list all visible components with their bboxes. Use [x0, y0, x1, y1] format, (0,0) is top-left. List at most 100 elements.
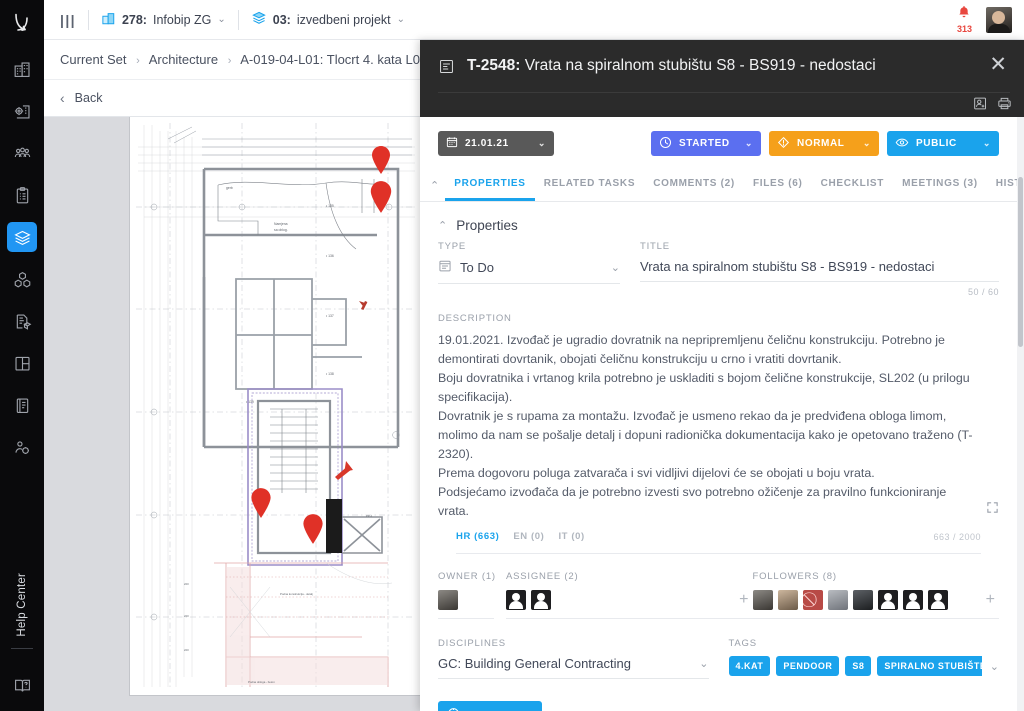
status-label: STARTED: [679, 138, 730, 149]
breadcrumb-item-0[interactable]: Current Set: [60, 52, 126, 67]
chevron-down-icon[interactable]: ⌄: [990, 660, 999, 673]
sidebar-item-user-settings[interactable]: [7, 432, 37, 462]
description-field[interactable]: DESCRIPTION 19.01.2021. Izvođač je ugrad…: [420, 297, 1017, 554]
language-tab-en[interactable]: EN (0): [513, 531, 544, 542]
avatar[interactable]: [927, 590, 948, 610]
type-field[interactable]: TYPE To Do ⌄: [438, 241, 620, 297]
chevron-down-icon[interactable]: ⌄: [983, 138, 991, 149]
title-input[interactable]: Vrata na spiralnom stubištu S8 - BS919 -…: [640, 259, 999, 282]
tab-related-tasks[interactable]: RELATED TASKS: [535, 170, 645, 201]
avatar[interactable]: [986, 6, 1012, 33]
avatar[interactable]: [877, 590, 898, 610]
svg-text:Podna konstrukcija - detalj: Podna konstrukcija - detalj: [280, 592, 313, 596]
due-date-chip[interactable]: 21.01.21 ⌄: [438, 131, 554, 156]
chevron-down-icon[interactable]: ⌄: [611, 261, 620, 274]
sidebar-item-tasks[interactable]: [7, 180, 37, 210]
sidebar-item-teams[interactable]: [7, 138, 37, 168]
tab-comments[interactable]: COMMENTS (2): [644, 170, 744, 201]
collapse-caret-icon[interactable]: ⌃: [430, 179, 445, 201]
status-chip[interactable]: STARTED ⌄: [651, 131, 761, 156]
avatar[interactable]: [777, 590, 798, 610]
add-watcher-icon[interactable]: [973, 96, 988, 116]
chevron-up-icon[interactable]: ⌃: [438, 219, 447, 232]
chevron-down-icon[interactable]: ⌄: [745, 138, 753, 149]
description-text[interactable]: 19.01.2021. Izvođač je ugradio dovratnik…: [438, 331, 999, 521]
type-select[interactable]: To Do ⌄: [438, 259, 620, 284]
expand-icon[interactable]: [986, 501, 999, 520]
owner-avatars[interactable]: [438, 590, 494, 619]
language-code: IT: [558, 531, 569, 542]
plan-marker-pin[interactable]: [368, 180, 392, 213]
chevron-down-icon[interactable]: ⌄: [397, 14, 405, 25]
close-icon[interactable]: ✕: [986, 51, 1010, 81]
plans-button[interactable]: PLANS ⌄: [438, 701, 542, 711]
tab-checklist[interactable]: CHECKLIST: [812, 170, 894, 201]
chevron-left-icon[interactable]: ‹: [60, 90, 65, 106]
avatar[interactable]: [438, 590, 458, 610]
plan-sheet[interactable]: • 135 • 136 • 137 • 138 • 139 gerb Namjena s…: [130, 117, 420, 695]
building-icon: [101, 11, 116, 29]
tab-properties[interactable]: PROPERTIES: [445, 170, 535, 201]
print-icon[interactable]: [997, 96, 1012, 116]
book-help-icon[interactable]: [0, 676, 44, 695]
status-badge[interactable]: PENDOOR: [776, 656, 840, 676]
tab-history[interactable]: HISTORY: [987, 170, 1017, 201]
phase-selector[interactable]: 03: izvedbeni projekt ⌄: [239, 10, 417, 29]
help-center-label[interactable]: Help Center: [0, 573, 44, 637]
priority-icon: [777, 136, 790, 152]
disciplines-select[interactable]: GC: Building General Contracting ⌄: [438, 656, 709, 679]
avatar[interactable]: [752, 590, 773, 610]
chevron-down-icon[interactable]: ⌄: [538, 138, 546, 149]
followers-avatars[interactable]: +: [752, 590, 999, 619]
title-field[interactable]: TITLE Vrata na spiralnom stubištu S8 - B…: [640, 241, 999, 297]
app-logo-icon[interactable]: [0, 0, 44, 44]
tab-meetings[interactable]: MEETINGS (3): [893, 170, 987, 201]
visibility-chip[interactable]: PUBLIC ⌄: [887, 131, 999, 156]
tags-field[interactable]: TAGS 4.KAT PENDOOR S8 SPIRALNO STUBIŠTE …: [728, 638, 999, 679]
sidebar-item-models[interactable]: [7, 264, 37, 294]
avatar[interactable]: [902, 590, 923, 610]
status-badge[interactable]: S8: [845, 656, 872, 676]
assignee-avatars[interactable]: +: [506, 590, 753, 619]
disciplines-field[interactable]: DISCIPLINES GC: Building General Contrac…: [438, 638, 709, 679]
sidebar-item-plans[interactable]: [7, 222, 37, 252]
breadcrumb-item-2[interactable]: A-019-04-L01: Tlocrt 4. kata L01: [240, 52, 427, 67]
avatar[interactable]: [506, 590, 526, 610]
plan-marker-pin[interactable]: [370, 145, 392, 175]
sidebar-item-reports[interactable]: [7, 390, 37, 420]
plan-marker-pin[interactable]: [301, 513, 323, 544]
status-badge[interactable]: 4.KAT: [728, 656, 771, 676]
notifications-button[interactable]: 313: [957, 5, 972, 34]
chevron-down-icon[interactable]: ⌄: [863, 138, 871, 149]
project-selector[interactable]: 278: Infobip ZG ⌄: [89, 11, 238, 29]
properties-section-header[interactable]: ⌃ Properties: [420, 202, 1017, 241]
drag-grip-icon[interactable]: |||: [44, 12, 88, 28]
chevron-down-icon[interactable]: ⌄: [699, 657, 708, 670]
language-tab-hr[interactable]: HR (663): [456, 531, 499, 542]
priority-chip[interactable]: NORMAL ⌄: [769, 131, 879, 156]
panel-scrollbar[interactable]: [1017, 117, 1024, 711]
task-panel-scroll-area: 21.01.21 ⌄ STARTED ⌄ NORMAL ⌄ PUBLIC ⌄ ⌃…: [420, 117, 1017, 711]
add-assignee-button[interactable]: +: [735, 591, 752, 609]
add-follower-button[interactable]: +: [982, 591, 999, 609]
project-name: Infobip ZG: [152, 12, 212, 27]
language-tab-it[interactable]: IT (0): [558, 531, 584, 542]
sidebar-item-documents[interactable]: [7, 306, 37, 336]
sidebar-item-dashboard[interactable]: [7, 348, 37, 378]
plan-marker-pin[interactable]: [249, 487, 271, 518]
breadcrumb-item-1[interactable]: Architecture: [149, 52, 218, 67]
tab-files[interactable]: FILES (6): [744, 170, 812, 201]
status-badge[interactable]: SPIRALNO STUBIŠTE: [877, 656, 982, 676]
tags-list[interactable]: 4.KAT PENDOOR S8 SPIRALNO STUBIŠTE VR ⌄: [728, 656, 999, 679]
avatar[interactable]: [531, 590, 551, 610]
sidebar-item-building-settings[interactable]: [7, 96, 37, 126]
avatar[interactable]: [852, 590, 873, 610]
chevron-down-icon[interactable]: ⌄: [217, 14, 225, 25]
scrollbar-thumb[interactable]: [1018, 177, 1023, 347]
avatar-blocked[interactable]: [802, 590, 823, 610]
sidebar-item-buildings[interactable]: [7, 54, 37, 84]
properties-section-title: Properties: [456, 218, 518, 233]
avatar[interactable]: [827, 590, 848, 610]
divider: [438, 92, 1010, 93]
back-button[interactable]: Back: [75, 91, 103, 105]
